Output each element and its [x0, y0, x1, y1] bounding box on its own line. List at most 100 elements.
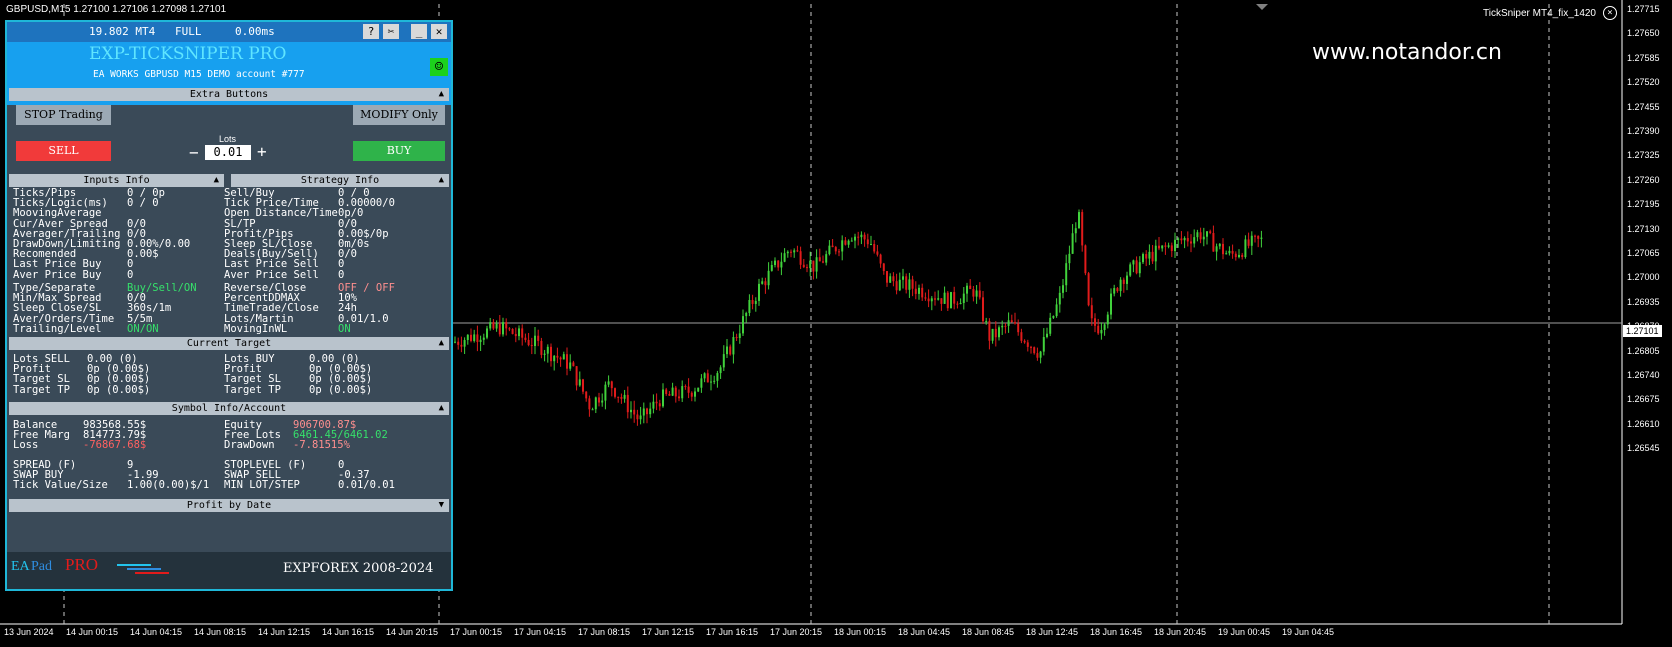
price-tick-label: 1.27130 — [1627, 223, 1660, 234]
candle-body — [572, 362, 575, 367]
candle-body — [777, 260, 780, 268]
strategy-info-header[interactable]: Strategy Info ▲ — [231, 174, 449, 187]
help-button[interactable]: ? — [363, 24, 379, 39]
candle-body — [607, 381, 610, 385]
candle-body — [905, 276, 908, 290]
sell-button[interactable]: SELL — [16, 141, 111, 161]
candle-body — [1234, 253, 1237, 258]
candle-body — [783, 253, 786, 262]
candle-body — [1199, 232, 1202, 240]
candle-body — [1260, 237, 1263, 239]
lots-minus-button[interactable]: − — [189, 143, 199, 162]
candle-body — [540, 340, 543, 355]
candle-body — [946, 292, 949, 309]
close-button[interactable]: ✕ — [431, 24, 447, 39]
candle-body — [457, 341, 460, 345]
candle-body — [812, 260, 815, 272]
time-tick-label: 18 Jun 16:45 — [1090, 627, 1143, 637]
brand-line-icon — [117, 564, 151, 566]
price-tick-label: 1.27325 — [1627, 150, 1660, 161]
current-target-header[interactable]: Current Target ▲ — [9, 337, 449, 350]
close-circle-icon[interactable]: × — [1603, 6, 1617, 20]
version-text: 19.802 MT4 — [89, 25, 156, 38]
price-tick-label: 1.26545 — [1627, 443, 1660, 454]
candle-body — [706, 373, 709, 383]
candle-body — [838, 251, 840, 253]
info-label: Tick Value/Size — [13, 479, 108, 492]
candle-body — [870, 244, 872, 246]
info-value: -7.81515% — [293, 439, 350, 452]
candle-body — [1244, 239, 1247, 258]
modify-only-button[interactable]: MODIFY Only — [353, 105, 445, 125]
info-label: Aver Price Sell — [224, 268, 319, 281]
candle-body — [786, 251, 789, 254]
candle-body — [678, 396, 680, 399]
buy-button[interactable]: BUY — [353, 141, 445, 161]
candle-body — [598, 397, 600, 403]
indicator-label: TickSniper MT4_fix_1420 — [1482, 8, 1596, 19]
candle-body — [998, 327, 1000, 338]
candle-body — [1212, 232, 1215, 252]
symbol-info-header[interactable]: Symbol Info/Account ▲ — [9, 402, 449, 415]
candle-body — [790, 251, 792, 253]
ea-subtitle: EA WORKS GBPUSD M15 DEMO account #777 — [93, 69, 305, 80]
price-tick-label: 1.27455 — [1627, 101, 1660, 112]
lots-input[interactable]: 0.01 — [205, 145, 251, 160]
candle-body — [646, 408, 648, 415]
time-tick-label: 18 Jun 04:45 — [898, 627, 951, 637]
candle-body — [857, 236, 860, 238]
section-title: Inputs Info — [83, 175, 150, 186]
candle-body — [1164, 245, 1167, 247]
candle-body — [1190, 241, 1192, 244]
price-tick-label: 1.27715 — [1627, 4, 1660, 14]
candle-body — [1068, 253, 1071, 264]
collapse-icon: ▲ — [213, 175, 219, 185]
candle-body — [585, 391, 588, 399]
panel-topbar[interactable]: 19.802 MT4 FULL 0.00ms ? ✂ _ ✕ — [7, 22, 451, 42]
candle-body — [940, 298, 943, 304]
candle-body — [1170, 245, 1173, 252]
candle-body — [1126, 275, 1128, 284]
candle-body — [658, 403, 661, 407]
stop-trading-button[interactable]: STOP Trading — [16, 105, 111, 125]
candle-body — [1017, 323, 1020, 333]
candle-body — [975, 290, 978, 297]
candle-body — [476, 334, 479, 343]
info-value: 0 — [127, 268, 134, 281]
candle-body — [1020, 332, 1023, 341]
candle-body — [962, 293, 965, 304]
time-tick-label: 17 Jun 08:15 — [578, 627, 631, 637]
candle-body — [892, 276, 895, 282]
info-value: 1.00(0.00)$/1 — [127, 479, 210, 492]
profit-by-date-header[interactable]: Profit by Date ▼ — [9, 499, 449, 512]
candle-body — [636, 414, 639, 420]
candle-body — [822, 261, 824, 263]
candle-body — [1052, 316, 1055, 318]
candle-body — [524, 337, 527, 340]
candle-body — [956, 303, 959, 305]
lots-plus-button[interactable]: + — [257, 142, 267, 161]
candle-body — [556, 355, 559, 358]
price-tick-label: 1.27000 — [1627, 272, 1660, 283]
candle-body — [793, 250, 796, 253]
candle-body — [710, 381, 712, 383]
shift-marker-icon — [1256, 4, 1268, 10]
price-tick-label: 1.27195 — [1627, 199, 1660, 210]
inputs-info-header[interactable]: Inputs Info ▲ — [9, 174, 224, 187]
candle-body — [1167, 245, 1170, 247]
info-label: Loss — [13, 439, 39, 452]
candle-body — [876, 251, 879, 255]
candle-body — [841, 240, 844, 252]
candle-body — [1138, 262, 1141, 274]
candle-body — [914, 288, 917, 294]
minimize-button[interactable]: _ — [411, 24, 427, 39]
info-value: ON/ON — [127, 322, 159, 335]
candle-body — [1129, 264, 1132, 276]
extra-buttons-header[interactable]: Extra Buttons ▲ — [9, 88, 449, 101]
mode-text: FULL — [175, 25, 202, 38]
price-tick-label: 1.27585 — [1627, 52, 1660, 63]
price-tick-label: 1.27065 — [1627, 248, 1660, 258]
candle-body — [1113, 288, 1116, 294]
candle-body — [991, 328, 994, 341]
tools-icon[interactable]: ✂ — [383, 24, 399, 39]
